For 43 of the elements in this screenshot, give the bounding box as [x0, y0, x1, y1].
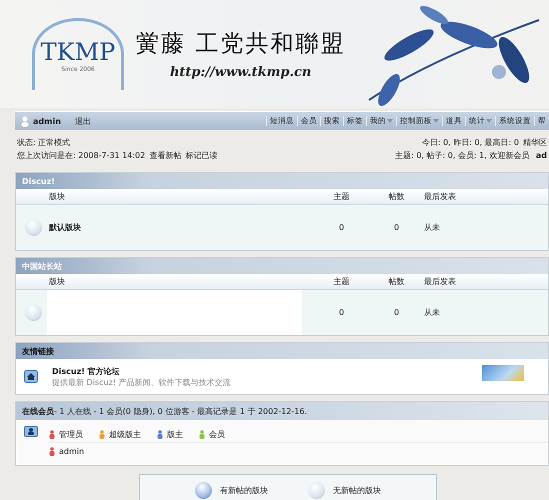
- table-cell-text: 从未: [424, 222, 441, 233]
- online-summary: - 1 人在线 - 1 会员(0 隐身), 0 位游客 - 最高记录是 1 于 2002-12-16.: [54, 406, 307, 416]
- table-cell-text: 0: [338, 308, 346, 317]
- column-header: 版块: [49, 276, 66, 287]
- member-group-label: 会员: [209, 428, 225, 440]
- online-user[interactable]: admin: [59, 446, 84, 456]
- site-url: http://www.tkmp.cn: [170, 65, 312, 80]
- member-link[interactable]: ad: [536, 151, 547, 160]
- site-title: 黉藤 工党共和聯盟: [136, 30, 346, 59]
- status-text: 状态: 正常模式: [17, 137, 72, 149]
- table-cell-text: 0: [338, 223, 346, 232]
- last-visit-text: 您上次访问是在: 2008-7-31 14:02: [17, 151, 146, 160]
- home-icon: [24, 370, 38, 383]
- link-title[interactable]: Discuz! 官方论坛: [52, 366, 231, 376]
- username[interactable]: admin: [33, 116, 61, 126]
- user-icon: [21, 116, 29, 126]
- forum-name[interactable]: 默认版块: [49, 222, 314, 233]
- legend-label: 无新帖的版块: [333, 484, 381, 496]
- column-header: 帖数: [388, 191, 406, 202]
- online-title[interactable]: 在线会员: [22, 406, 54, 416]
- digest-link[interactable]: 精华区: [523, 138, 547, 147]
- table-cell-text: 0: [392, 223, 400, 232]
- column-header: 帖数: [388, 276, 406, 287]
- column-header: 版块: [49, 191, 66, 202]
- column-header: 最后发表: [424, 191, 457, 202]
- column-header: 最后发表: [424, 276, 457, 287]
- logout-link[interactable]: 退出: [74, 116, 91, 126]
- status-link[interactable]: 查看新帖: [149, 151, 182, 160]
- column-header: 主题: [332, 276, 350, 287]
- member-group-label: 超级版主: [109, 428, 141, 440]
- link-logo[interactable]: [482, 365, 524, 381]
- member-group-label: 管理员: [59, 428, 83, 440]
- status-link[interactable]: 标记已读: [185, 151, 218, 160]
- legend-label: 有新帖的版块: [220, 484, 268, 496]
- link-description: 提供最新 Discuz! 产品新闻、软件下载与技术交流: [52, 376, 231, 388]
- user-icon: [24, 426, 38, 437]
- table-cell-text: 从未: [424, 307, 441, 318]
- stats-text: 今日: 0, 昨日: 0, 最高日: 0: [422, 138, 519, 147]
- category-title: 友情链接: [16, 343, 548, 359]
- member-group-label: 版主: [167, 428, 183, 440]
- stats-text: 主题: 0, 帖子: 0, 会员: 1, 欢迎新会员: [395, 151, 530, 160]
- column-header: 主题: [332, 191, 350, 202]
- table-cell-text: 0: [392, 308, 400, 317]
